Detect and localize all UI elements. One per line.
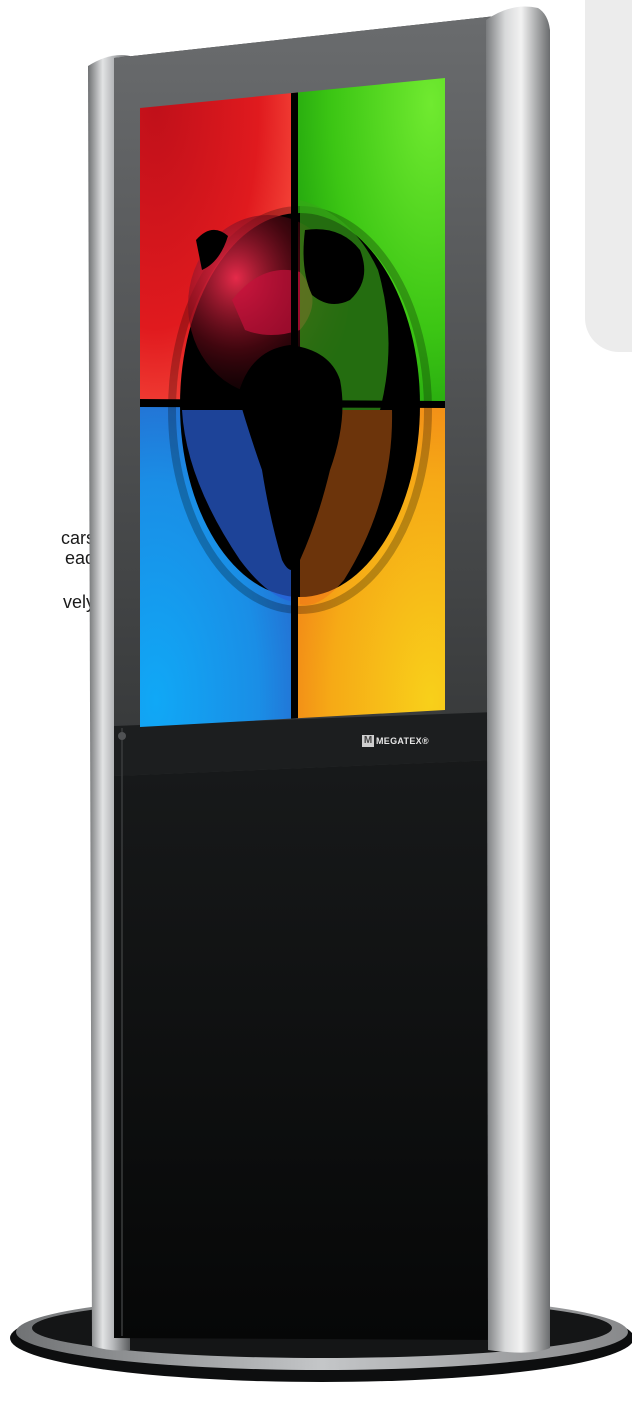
kiosk-illustration: [10, 6, 632, 1382]
lock-icon: [118, 732, 126, 740]
display-screen: [140, 78, 445, 727]
megatex-logo: M MEGATEX®: [362, 734, 429, 748]
megatex-mark-icon: M: [362, 735, 374, 747]
megatex-wordmark: MEGATEX®: [376, 736, 429, 746]
right-pillar: [486, 6, 550, 1353]
